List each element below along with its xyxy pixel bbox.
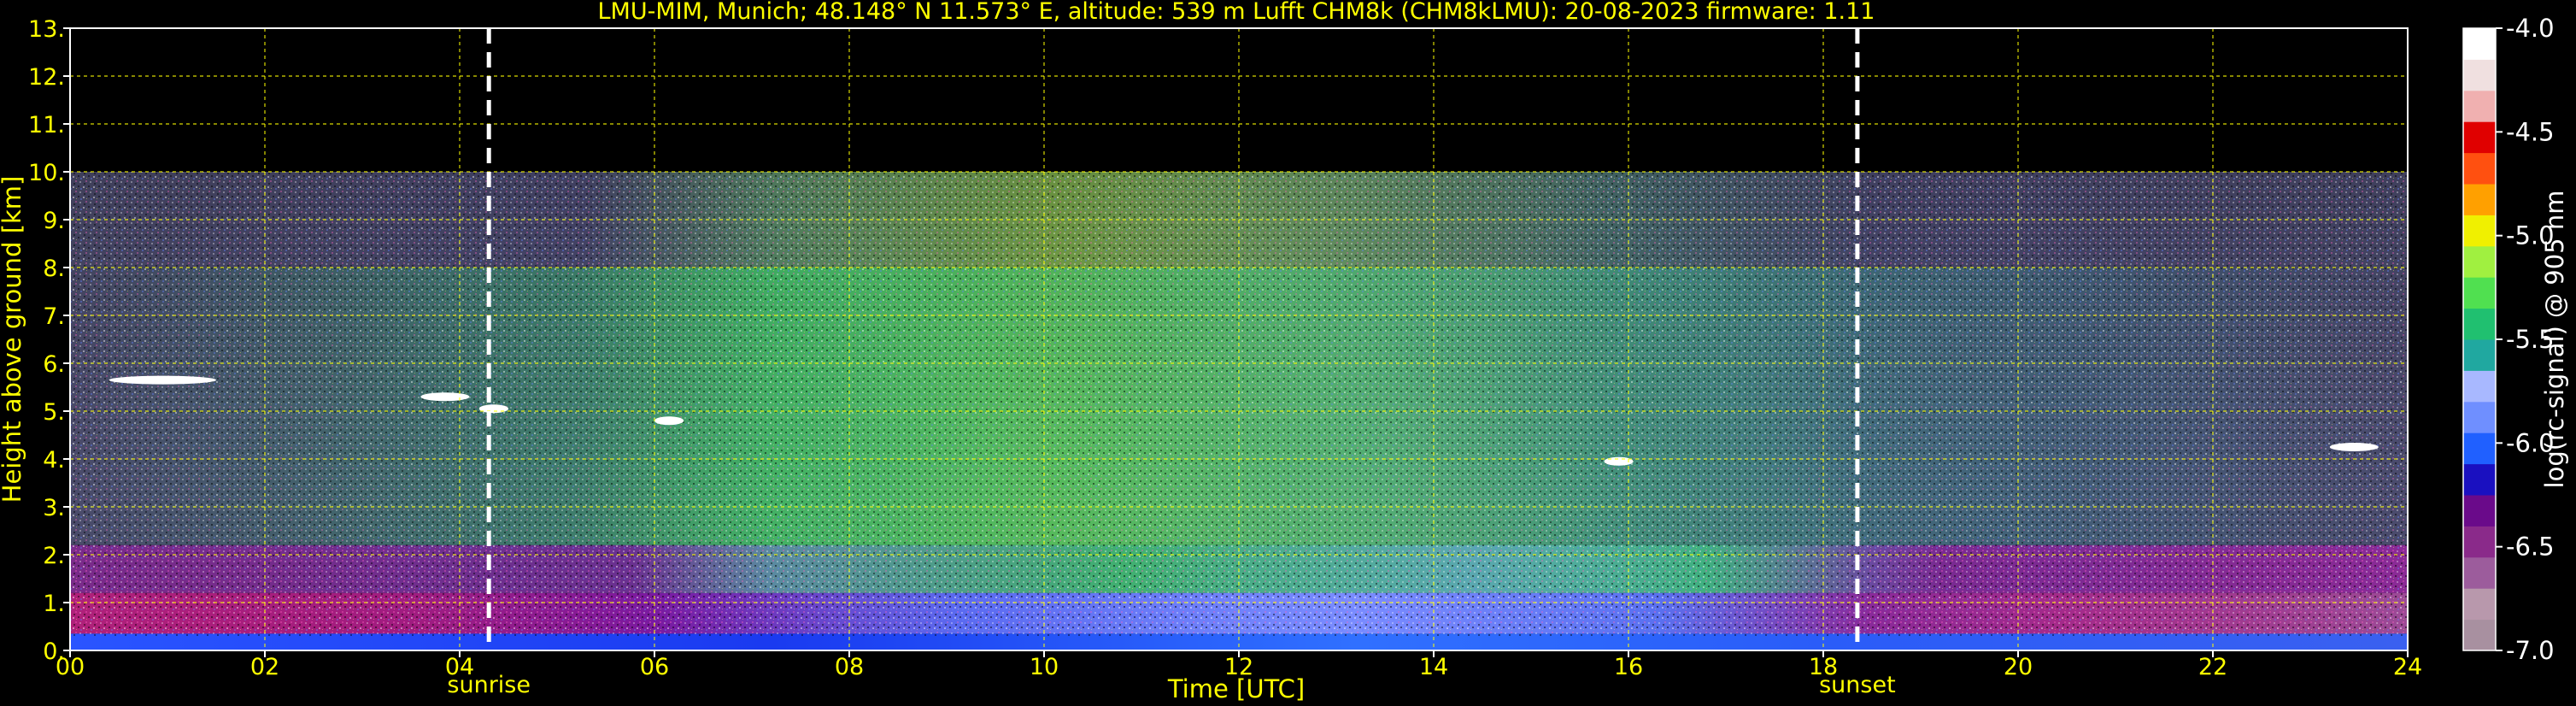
colorbar-segment-19: [2463, 59, 2496, 91]
colorbar-segment-9: [2463, 370, 2496, 403]
colorbar-segment-20: [2463, 28, 2496, 60]
y-tick-label-10: 10.: [28, 160, 65, 186]
y-tick-label-12: 12.: [28, 64, 65, 91]
colorbar-segment-10: [2463, 339, 2496, 371]
colorbar-segment-1: [2463, 619, 2496, 651]
colorbar-segment-11: [2463, 308, 2496, 340]
surface-aerosol-band: [70, 633, 2408, 650]
y-tick-label-3: 3.: [43, 495, 65, 521]
x-tick-label-06: 06: [640, 654, 669, 680]
colorbar-segment-6: [2463, 463, 2496, 496]
y-tick-label-11: 11.: [28, 112, 65, 138]
cloud-patch-3: [478, 404, 509, 414]
colorbar-segment-8: [2463, 401, 2496, 433]
y-tick-label-1: 1.: [43, 591, 65, 617]
x-tick-label-14: 14: [1419, 654, 1448, 680]
x-tick-label-08: 08: [835, 654, 864, 680]
x-tick-label-16: 16: [1614, 654, 1643, 680]
cloud-patch-6: [2329, 443, 2379, 451]
y-axis-title: Height above ground [km]: [0, 176, 26, 503]
cloud-patch-1: [109, 375, 216, 385]
cloud-patch-4: [654, 416, 684, 426]
colorbar-segment-2: [2463, 588, 2496, 621]
y-tick-label-5: 5.: [43, 399, 65, 426]
colorbar-segment-3: [2463, 556, 2496, 589]
x-tick-label-10: 10: [1030, 654, 1059, 680]
colorbar-segment-15: [2463, 184, 2496, 215]
x-axis-title: Time [UTC]: [1167, 674, 1305, 703]
colorbar-segment-16: [2463, 152, 2496, 185]
colorbar-label: log(rc-signal) @ 905 nm: [2540, 191, 2569, 489]
y-tick-label-8: 8.: [43, 256, 65, 282]
colorbar-tick-label--6.5: -6.5: [2506, 532, 2555, 562]
cloud-patch-2: [420, 392, 470, 402]
y-tick-label-4: 4.: [43, 447, 65, 474]
colorbar-tick-label--4.5: -4.5: [2506, 117, 2555, 146]
y-tick-label-13: 13.: [28, 16, 65, 43]
y-tick-label-6: 6.: [43, 351, 65, 378]
colorbar-segment-7: [2463, 432, 2496, 465]
x-tick-label-22: 22: [2198, 654, 2227, 680]
ceilometer-chart: sunrise sunset 0.1.2.3.4.5.6.7.8.9.10.11.…: [0, 0, 2569, 703]
colorbar-segment-5: [2463, 495, 2496, 527]
x-tick-label-18: 18: [1809, 654, 1838, 680]
colorbar-segment-18: [2463, 90, 2496, 122]
y-tick-label-7: 7.: [43, 303, 65, 330]
x-tick-label-20: 20: [2004, 654, 2033, 680]
colorbar-tick-label--7.0: -7.0: [2506, 636, 2555, 665]
colorbar-segment-17: [2463, 121, 2496, 154]
colorbar-tick-label--4.0: -4.0: [2506, 14, 2555, 43]
y-tick-label-2: 2.: [43, 543, 65, 569]
chart-title: LMU-MIM, Munich; 48.148° N 11.573° E, al…: [598, 0, 1875, 25]
x-tick-label-00: 00: [56, 654, 85, 680]
x-tick-label-04: 04: [445, 654, 474, 680]
colorbar-segment-14: [2463, 215, 2496, 247]
x-tick-label-24: 24: [2393, 654, 2422, 680]
colorbar-segment-4: [2463, 526, 2496, 558]
x-tick-label-02: 02: [250, 654, 279, 680]
colorbar-segment-13: [2463, 245, 2496, 278]
colorbar-segment-12: [2463, 277, 2496, 309]
y-tick-label-9: 9.: [43, 208, 65, 234]
